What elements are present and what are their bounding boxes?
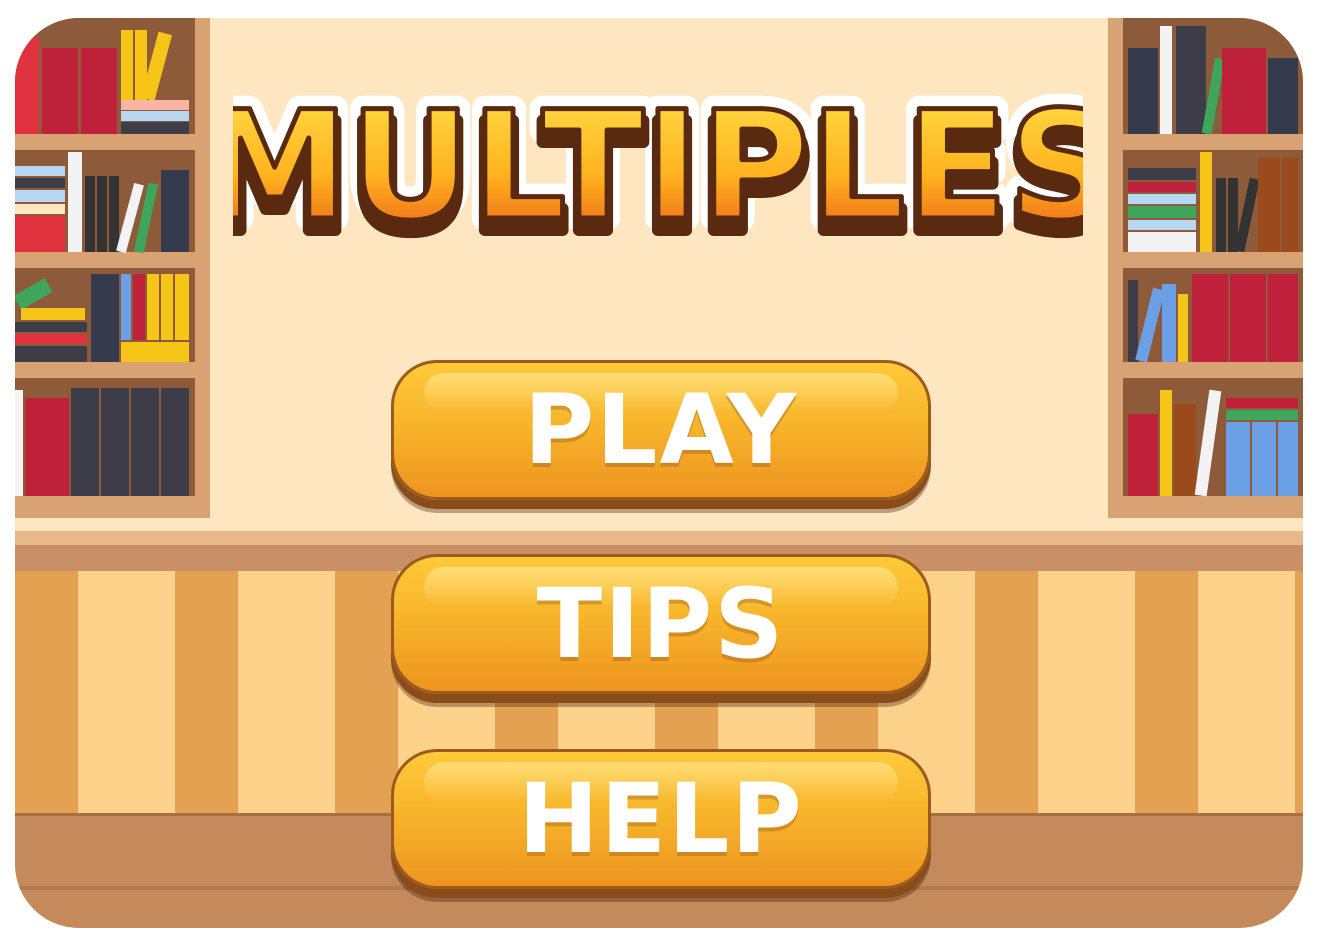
help-button-label: HELP (518, 763, 804, 875)
wainscot-top-trim (15, 531, 1303, 545)
bookshelf-right (1108, 18, 1303, 518)
tips-button[interactable]: TIPS (391, 554, 931, 694)
bookshelf-left (15, 18, 210, 518)
play-button-label: PLAY (523, 374, 799, 486)
game-screen: MULTIPLES MULTIPLES MULTIPLES PLAY TIPS … (15, 18, 1303, 928)
help-button[interactable]: HELP (391, 749, 931, 889)
tips-button-label: TIPS (536, 568, 786, 680)
play-button[interactable]: PLAY (391, 360, 931, 500)
title-text: MULTIPLES (233, 90, 1083, 254)
game-title: MULTIPLES MULTIPLES MULTIPLES (187, 67, 1129, 272)
